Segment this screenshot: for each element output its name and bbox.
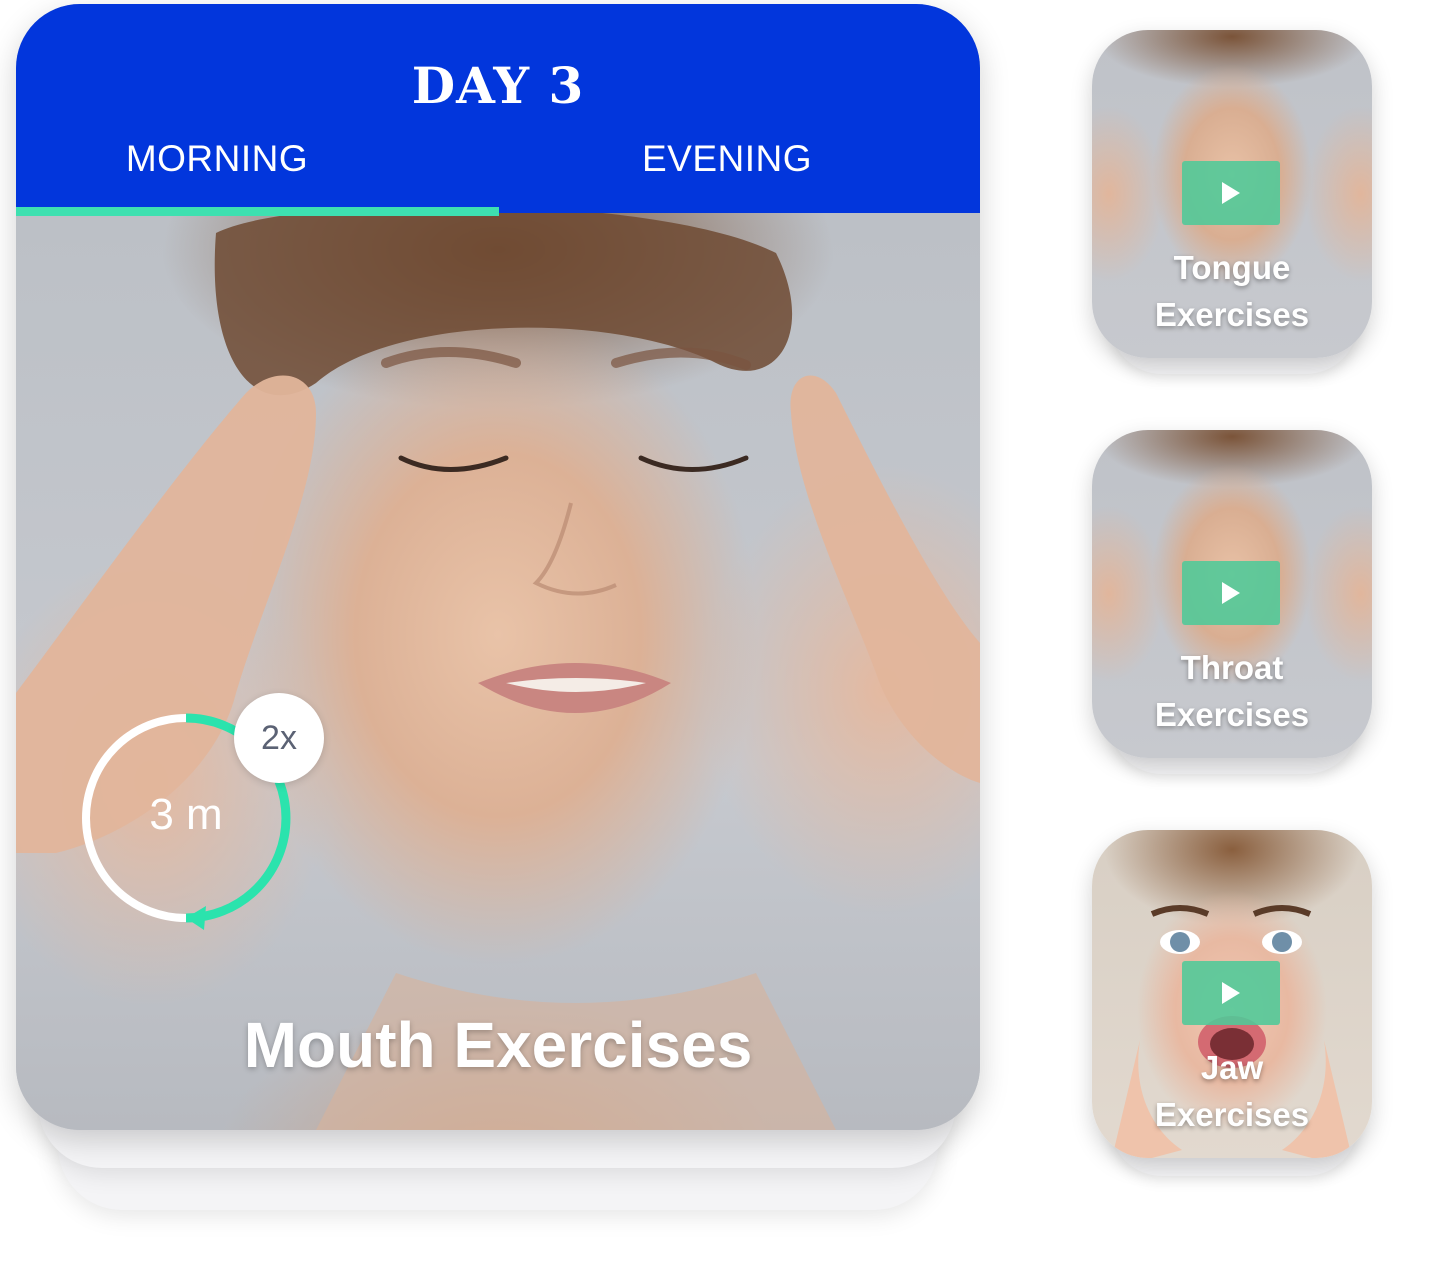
play-icon xyxy=(1222,182,1240,204)
repeat-count-badge: 2x xyxy=(234,693,324,783)
play-icon xyxy=(1222,582,1240,604)
timer-duration: 3 m xyxy=(149,790,223,839)
exercise-photo xyxy=(16,213,980,1130)
tab-evening[interactable]: EVENING xyxy=(486,138,968,180)
side-card-label: Throat Exercises xyxy=(1092,644,1372,738)
side-card-label: Jaw Exercises xyxy=(1092,1044,1372,1138)
side-card-label-line2: Exercises xyxy=(1154,1096,1310,1133)
card-header: DAY 3 MORNING EVENING xyxy=(16,4,980,216)
exercise-card[interactable]: DAY 3 MORNING EVENING 3 m 2x Mouth Exerc… xyxy=(16,4,980,1130)
play-button[interactable] xyxy=(1182,561,1280,625)
side-card-label-line1: Throat xyxy=(1180,649,1284,686)
tab-morning[interactable]: MORNING xyxy=(16,138,458,180)
play-button[interactable] xyxy=(1182,161,1280,225)
side-card-tongue[interactable]: Tongue Exercises xyxy=(1092,30,1372,358)
exercise-title: Mouth Exercises xyxy=(243,1009,753,1081)
day-title: DAY 3 xyxy=(411,56,585,115)
side-card-label-line1: Jaw xyxy=(1200,1049,1264,1086)
side-card-throat[interactable]: Throat Exercises xyxy=(1092,430,1372,758)
side-card-label: Tongue Exercises xyxy=(1092,244,1372,338)
side-card-jaw[interactable]: Jaw Exercises xyxy=(1092,830,1372,1158)
face-illustration xyxy=(16,213,980,1130)
side-card-label-line1: Tongue xyxy=(1173,249,1291,286)
play-icon xyxy=(1222,982,1240,1004)
side-card-label-line2: Exercises xyxy=(1154,696,1310,733)
play-button[interactable] xyxy=(1182,961,1280,1025)
side-card-label-line2: Exercises xyxy=(1154,296,1310,333)
active-tab-indicator xyxy=(16,207,499,216)
